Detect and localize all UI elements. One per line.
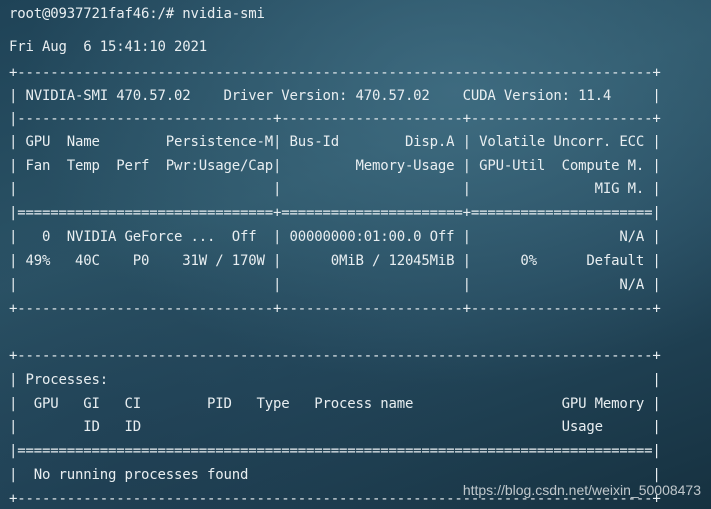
gpu-table-header-row-2: | Fan Temp Perf Pwr:Usage/Cap| Memory-Us… — [9, 158, 661, 174]
terminal-window[interactable]: root@0937721faf46:/# nvidia-smi Fri Aug … — [0, 0, 711, 509]
gpu-table-row-2: | 49% 40C P0 31W / 170W | 0MiB / 12045Mi… — [9, 253, 661, 269]
processes-table-border-top: +---------------------------------------… — [9, 348, 661, 364]
gpu-table-border-bottom: +-------------------------------+-------… — [9, 301, 661, 317]
gpu-table-header-row-3: | | | MIG M. | — [9, 181, 661, 197]
gpu-table-header-divider: |===============================+=======… — [9, 205, 661, 221]
gpu-table-separator: |-------------------------------+-------… — [9, 111, 661, 127]
gpu-table-version-row: | NVIDIA-SMI 470.57.02 Driver Version: 4… — [9, 88, 661, 104]
processes-table-header-row-1: | GPU GI CI PID Type Process name GPU Me… — [9, 396, 661, 412]
gpu-table-header-row-1: | GPU Name Persistence-M| Bus-Id Disp.A … — [9, 134, 661, 150]
watermark-url: https://blog.csdn.net/weixin_50008473 — [462, 482, 701, 498]
shell-prompt: root@0937721faf46:/# nvidia-smi — [9, 6, 265, 22]
processes-table-header-row-2: | ID ID Usage | — [9, 419, 661, 435]
gpu-table-border-top: +---------------------------------------… — [9, 65, 661, 81]
gpu-table-row-3: | | | N/A | — [9, 277, 661, 293]
gpu-table-row-1: | 0 NVIDIA GeForce ... Off | 00000000:01… — [9, 229, 661, 245]
processes-table-title-row: | Processes: | — [9, 372, 661, 388]
timestamp: Fri Aug 6 15:41:10 2021 — [9, 39, 207, 55]
processes-table-divider: |=======================================… — [9, 443, 661, 459]
